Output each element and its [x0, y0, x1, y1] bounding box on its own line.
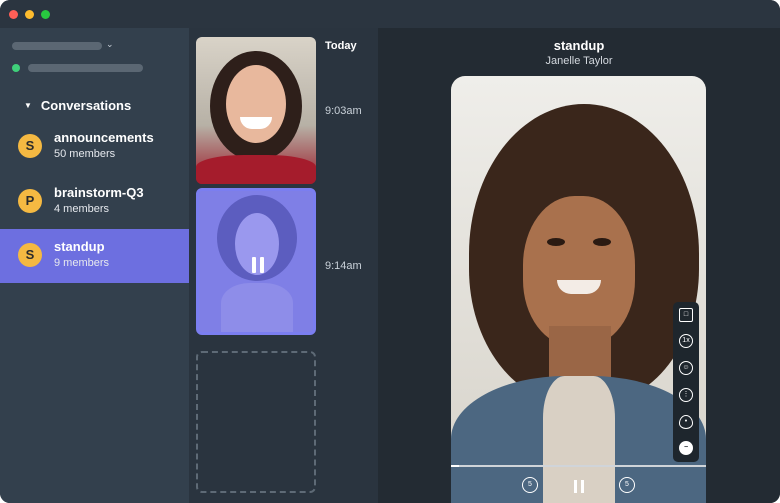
- timeline-time: 9:14am: [325, 260, 362, 272]
- zoom-window-button[interactable]: [41, 10, 50, 19]
- reply-icon[interactable]: □: [679, 308, 693, 322]
- app-window: ⌄ ▼ Conversations S announcements 50 memb…: [0, 0, 780, 503]
- message-timeline: Today 9:03am 9:14am: [189, 28, 378, 503]
- video-right-eye: [593, 238, 611, 246]
- thumbnail-shirt: [196, 155, 316, 184]
- workspace-name-placeholder[interactable]: [12, 42, 102, 50]
- conversations-section-title: Conversations: [40, 98, 132, 113]
- close-window-button[interactable]: [9, 10, 18, 19]
- minus-icon[interactable]: −: [679, 441, 693, 455]
- conversation-name: brainstorm-Q3: [54, 185, 144, 200]
- conversation-member-count: 4 members: [54, 203, 110, 215]
- playback-progress-fill: [451, 465, 459, 467]
- conversation-name: announcements: [54, 130, 154, 145]
- pause-button[interactable]: [574, 480, 584, 493]
- video-left-eye: [547, 238, 565, 246]
- skip-forward-icon[interactable]: 5: [619, 477, 635, 493]
- conversation-name: standup: [54, 239, 105, 254]
- online-status-icon: [12, 64, 20, 72]
- player-title: standup: [553, 38, 605, 53]
- conversation-member-count: 50 members: [54, 148, 116, 160]
- playback-progress-bar[interactable]: [451, 465, 706, 467]
- caret-down-icon: ▼: [24, 101, 32, 110]
- timeline-day-label: Today: [325, 40, 357, 52]
- user-name-placeholder: [28, 64, 143, 72]
- avatar: P: [18, 189, 42, 213]
- player-author: Janelle Taylor: [545, 55, 613, 67]
- minimize-window-button[interactable]: [25, 10, 34, 19]
- thumbnail-face: [226, 65, 286, 143]
- conversation-member-count: 9 members: [54, 257, 110, 269]
- skip-back-icon[interactable]: 5: [522, 477, 538, 493]
- conversation-item-brainstorm-q3[interactable]: P brainstorm-Q3 4 members: [0, 175, 189, 229]
- chevron-down-icon[interactable]: ⌄: [106, 39, 114, 50]
- eye-icon[interactable]: •: [679, 415, 693, 429]
- timeline-time: 9:03am: [325, 105, 362, 117]
- conversation-item-standup[interactable]: S standup 9 members: [0, 229, 189, 283]
- conversation-item-announcements[interactable]: S announcements 50 members: [0, 120, 189, 174]
- video-frame[interactable]: [451, 76, 706, 503]
- avatar: S: [18, 134, 42, 158]
- title-bar: [0, 0, 780, 28]
- video-thumbnail[interactable]: [196, 37, 316, 184]
- conversations-section-header[interactable]: ▼ Conversations: [24, 98, 131, 113]
- video-player-panel: standup Janelle Taylor □ 1x ☺ ⋮ • − 5 5: [378, 28, 780, 503]
- more-icon[interactable]: ⋮: [679, 388, 693, 402]
- empty-message-slot[interactable]: [196, 351, 316, 493]
- video-thumbnail-playing[interactable]: [196, 188, 316, 335]
- thumbnail-hands: [221, 283, 293, 332]
- reaction-icon[interactable]: ☺: [679, 361, 693, 375]
- pause-icon[interactable]: [252, 257, 266, 273]
- side-controls: □ 1x ☺ ⋮ • −: [673, 302, 699, 462]
- sidebar: ⌄ ▼ Conversations S announcements 50 memb…: [0, 28, 189, 503]
- avatar: S: [18, 243, 42, 267]
- video-face: [523, 196, 635, 346]
- speed-icon[interactable]: 1x: [679, 334, 693, 348]
